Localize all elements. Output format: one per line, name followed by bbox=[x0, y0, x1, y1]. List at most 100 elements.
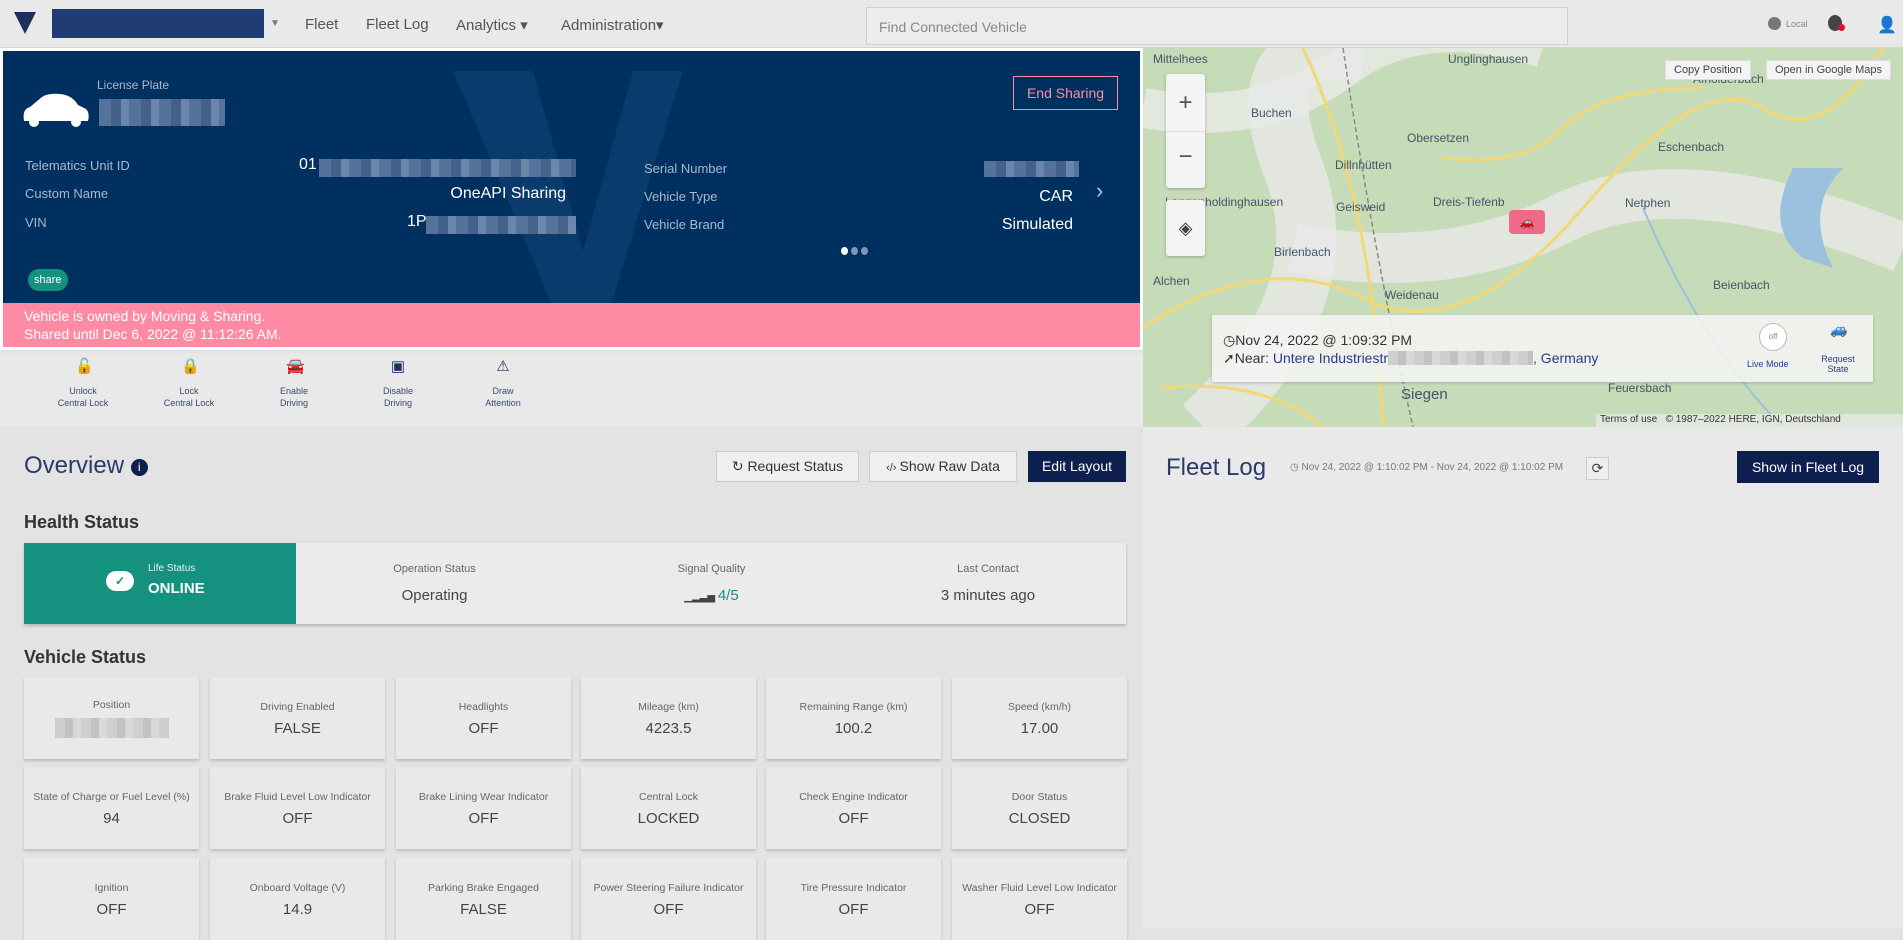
map-place-label: Alchen bbox=[1153, 274, 1190, 288]
zoom-in-button[interactable]: + bbox=[1166, 74, 1205, 131]
tile-label: Check Engine Indicator bbox=[799, 790, 908, 803]
tile-label: Central Lock bbox=[639, 790, 698, 803]
notification-dot bbox=[1838, 24, 1845, 31]
carousel-dots bbox=[841, 242, 868, 260]
layers-button[interactable]: ◈ bbox=[1166, 200, 1205, 256]
tile-label: Mileage (km) bbox=[638, 700, 699, 713]
near-country: , Germany bbox=[1533, 350, 1599, 366]
carousel-dot[interactable] bbox=[861, 247, 868, 255]
enable-driving-button[interactable]: 🚘 Enable Driving bbox=[254, 358, 334, 409]
unlock-icon: 🔓 bbox=[75, 358, 94, 375]
unlock-central-lock-button[interactable]: 🔓 Unlock Central Lock bbox=[43, 358, 123, 409]
tile-label: Driving Enabled bbox=[260, 700, 335, 713]
action-label: Central Lock bbox=[57, 398, 109, 408]
refresh-icon: ⟳ bbox=[1591, 460, 1604, 476]
signal-quality-cell: Signal Quality ▁▂▃▅ 4/5 bbox=[573, 543, 850, 624]
overview-title: Overview i bbox=[24, 452, 148, 480]
map-place-label: Eschenbach bbox=[1658, 140, 1725, 154]
position-timestamp: Nov 24, 2022 @ 1:09:32 PM bbox=[1235, 332, 1413, 348]
action-label: Enable bbox=[279, 386, 309, 396]
refresh-button[interactable]: ⟳ bbox=[1586, 457, 1609, 480]
tile-value: OFF bbox=[838, 900, 869, 918]
chevron-right-icon[interactable]: › bbox=[1096, 178, 1103, 204]
globe-icon[interactable] bbox=[1768, 17, 1781, 30]
car-icon: 🚘 bbox=[286, 358, 305, 375]
carousel-dot[interactable] bbox=[851, 247, 858, 255]
disable-driving-button[interactable]: ▣ Disable Driving bbox=[358, 358, 438, 409]
vehicle-status-tile: Mileage (km) 4223.5 bbox=[581, 677, 756, 759]
lock-central-lock-button[interactable]: 🔒 Lock Central Lock bbox=[149, 358, 229, 409]
tile-value: 17.00 bbox=[1020, 719, 1059, 737]
life-status-cell: ✓ Life Status ONLINE bbox=[24, 543, 296, 624]
tile-label: Door Status bbox=[1011, 790, 1068, 803]
telematics-unit-id-label: Telematics Unit ID bbox=[25, 158, 130, 173]
banner-owner-text: Vehicle is owned by Moving & Sharing. bbox=[24, 308, 266, 324]
terms-of-use-link[interactable]: Terms of use bbox=[1600, 414, 1657, 425]
lock-icon: 🔒 bbox=[181, 358, 200, 375]
operation-status-cell: Operation Status Operating bbox=[296, 543, 573, 624]
cloud-check-icon: ✓ bbox=[106, 571, 134, 591]
live-mode-toggle[interactable]: off bbox=[1759, 323, 1787, 351]
disable-icon: ▣ bbox=[390, 358, 406, 375]
end-sharing-button[interactable]: End Sharing bbox=[1013, 76, 1118, 110]
nav-fleet[interactable]: Fleet bbox=[305, 16, 338, 33]
fleet-log-title: Fleet Log bbox=[1166, 454, 1267, 481]
map-place-label: Geisweid bbox=[1336, 200, 1386, 214]
warning-icon: ⚠ bbox=[496, 358, 510, 375]
tile-label: Speed (km/h) bbox=[1007, 700, 1072, 713]
show-in-fleet-log-button[interactable]: Show in Fleet Log bbox=[1737, 451, 1879, 483]
request-state-button[interactable]: Request State bbox=[1816, 354, 1860, 374]
vehicle-status-tile: State of Charge or Fuel Level (%) 94 bbox=[24, 767, 199, 849]
copy-position-button[interactable]: Copy Position bbox=[1665, 60, 1751, 80]
vehicle-marker-icon[interactable]: 🚗 bbox=[1509, 210, 1545, 234]
health-status-title: Health Status bbox=[24, 512, 140, 532]
tile-label: Remaining Range (km) bbox=[799, 700, 908, 713]
tile-label: Washer Fluid Level Low Indicator bbox=[962, 881, 1117, 894]
map-place-label: Dillnhütten bbox=[1335, 158, 1392, 172]
map-place-label: Mittelhees bbox=[1153, 52, 1208, 66]
tile-label: Tire Pressure Indicator bbox=[800, 881, 907, 894]
search-input[interactable]: Find Connected Vehicle bbox=[866, 7, 1568, 45]
locale-label[interactable]: Local bbox=[1786, 19, 1808, 29]
refresh-icon: ↻ bbox=[731, 458, 748, 474]
redacted-block bbox=[426, 216, 576, 234]
user-icon[interactable]: 👤 bbox=[1877, 15, 1897, 35]
serial-number-value bbox=[984, 161, 1079, 177]
nav-fleet-log[interactable]: Fleet Log bbox=[366, 16, 429, 33]
fleet-log-range[interactable]: Nov 24, 2022 @ 1:10:02 PM - Nov 24, 2022… bbox=[1302, 462, 1564, 473]
tile-label: Headlights bbox=[458, 700, 509, 713]
logo-icon[interactable] bbox=[14, 12, 36, 34]
draw-attention-button[interactable]: ⚠ Draw Attention bbox=[463, 358, 543, 409]
map-place-label: Siegen bbox=[1401, 386, 1448, 403]
nav-analytics[interactable]: Analytics ▾ bbox=[456, 16, 528, 34]
map-place-label: Birlenbach bbox=[1274, 245, 1331, 259]
near-address-link[interactable]: Untere Industriestr bbox=[1273, 350, 1388, 366]
chevron-down-icon: ▼ bbox=[270, 18, 280, 29]
map[interactable]: Mittelhees Unglinghausen Afholderbach Bu… bbox=[1143, 48, 1903, 427]
tile-label: Parking Brake Engaged bbox=[428, 881, 539, 894]
zoom-out-button[interactable]: − bbox=[1166, 131, 1205, 188]
share-tag: share bbox=[28, 269, 68, 291]
edit-layout-button[interactable]: Edit Layout bbox=[1028, 451, 1126, 482]
last-contact-cell: Last Contact 3 minutes ago bbox=[850, 543, 1126, 624]
request-state-car-icon[interactable]: 🚙 bbox=[1830, 321, 1847, 338]
tile-value: OFF bbox=[653, 900, 684, 918]
action-label: Attention bbox=[485, 398, 521, 408]
zoom-control: + − bbox=[1166, 74, 1205, 188]
tile-value: OFF bbox=[1024, 900, 1055, 918]
tile-value: 100.2 bbox=[834, 719, 873, 737]
carousel-dot-active[interactable] bbox=[841, 247, 848, 255]
open-google-maps-button[interactable]: Open in Google Maps bbox=[1766, 60, 1892, 80]
tile-value: OFF bbox=[282, 809, 313, 827]
fleet-log-panel: Fleet Log ◷ Nov 24, 2022 @ 1:10:02 PM - … bbox=[1143, 427, 1903, 928]
banner-shared-until-text: Shared until Dec 6, 2022 @ 11:12:26 AM. bbox=[24, 326, 282, 342]
life-status-label: Life Status bbox=[148, 563, 196, 574]
map-place-label: Feuersbach bbox=[1608, 381, 1672, 395]
request-status-button[interactable]: ↻ Request Status bbox=[716, 451, 859, 482]
info-icon[interactable]: i bbox=[130, 459, 148, 476]
custom-name-value: OneAPI Sharing bbox=[450, 185, 566, 202]
nav-administration[interactable]: Administration▾ bbox=[561, 16, 664, 34]
show-raw-data-button[interactable]: ‹/› Show Raw Data bbox=[869, 451, 1017, 482]
tenant-selector[interactable] bbox=[52, 9, 264, 38]
overview-title-text: Overview bbox=[24, 452, 125, 479]
